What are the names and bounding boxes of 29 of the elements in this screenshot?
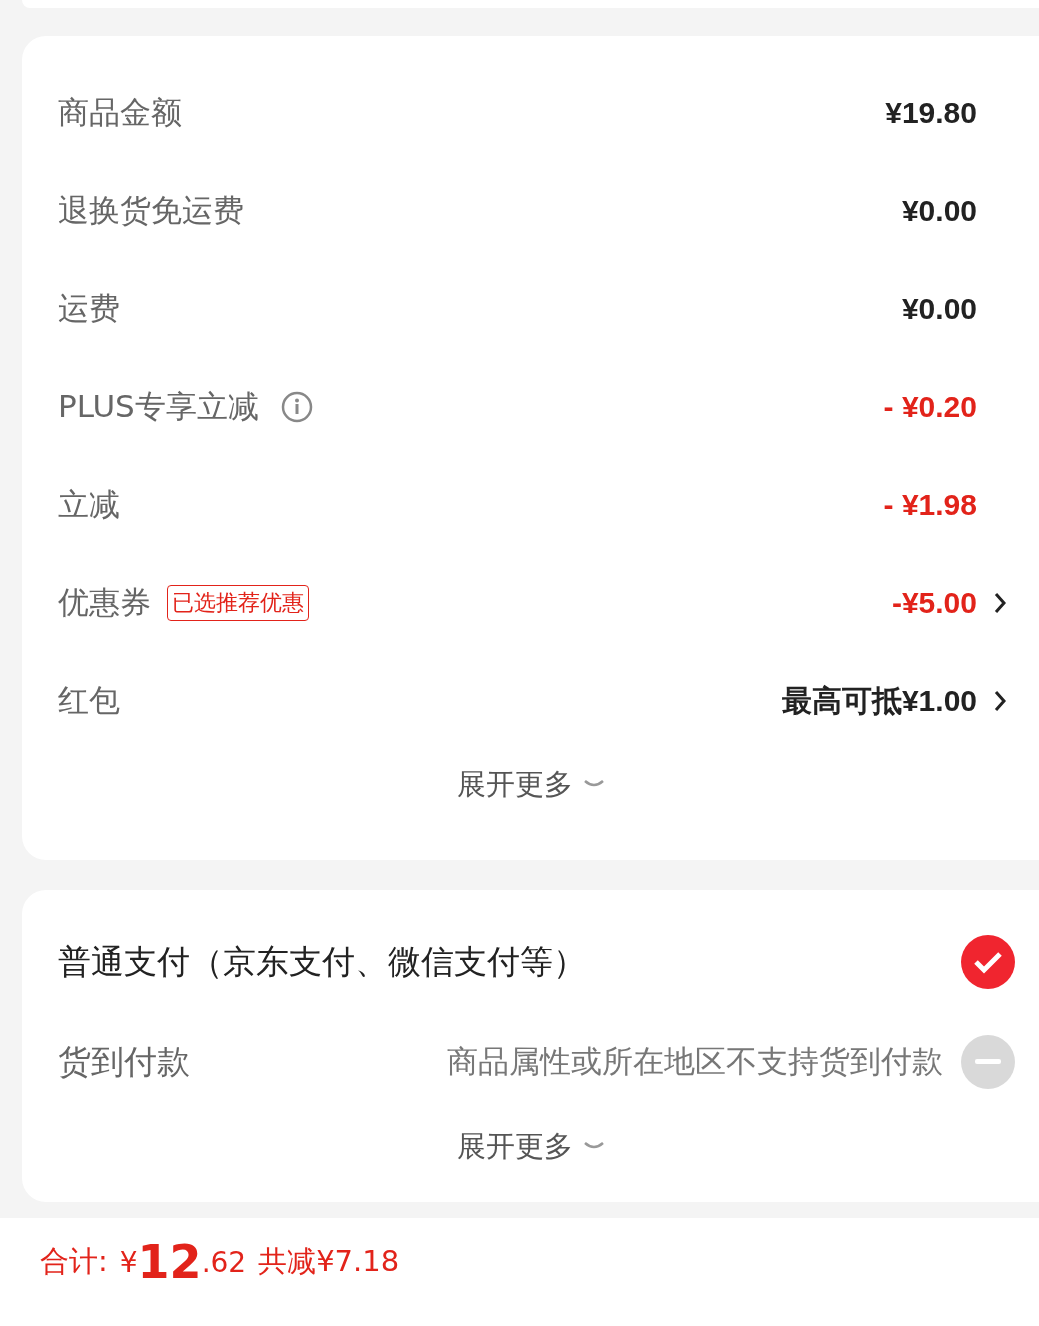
total-label: 合计: [40,1243,108,1280]
row-label: 红包 [58,681,120,720]
expand-more-button[interactable]: 展开更多 [456,1112,605,1182]
info-icon[interactable] [280,391,313,423]
payment-note: 商品属性或所在地区不支持货到付款 [447,1042,943,1081]
total-decimal: .62 [201,1245,247,1279]
row-value: -¥5.00 [891,586,977,620]
savings-text: 共减¥7.18 [258,1243,400,1280]
tag: 已选推荐优惠 [167,585,309,621]
chevron-right-icon[interactable] [993,689,1007,713]
payment-option[interactable]: 货到付款 [58,1039,190,1085]
row-value: - ¥0.20 [883,390,977,424]
row-value: 最高可抵¥1.00 [781,682,977,719]
row-value: - ¥1.98 [883,488,977,522]
row-value: ¥0.00 [901,194,977,228]
row-label: 商品金额 [58,93,182,132]
expand-more-button[interactable]: 展开更多 [456,750,605,820]
currency-symbol: ¥ [119,1245,138,1279]
row-label: 退换货免运费 [58,191,244,230]
total-integer: 12 [137,1235,202,1289]
row-label: 运费 [58,289,120,328]
check-icon[interactable] [961,935,1015,989]
row-value: ¥0.00 [901,292,977,326]
row-label: PLUS专享立减 [58,387,259,426]
payment-option[interactable]: 普通支付（京东支付、微信支付等） [58,939,586,985]
row-value: ¥19.80 [885,96,977,130]
row-label: 优惠券 [58,583,151,622]
chevron-right-icon[interactable] [993,591,1007,615]
row-label: 立减 [58,485,120,524]
